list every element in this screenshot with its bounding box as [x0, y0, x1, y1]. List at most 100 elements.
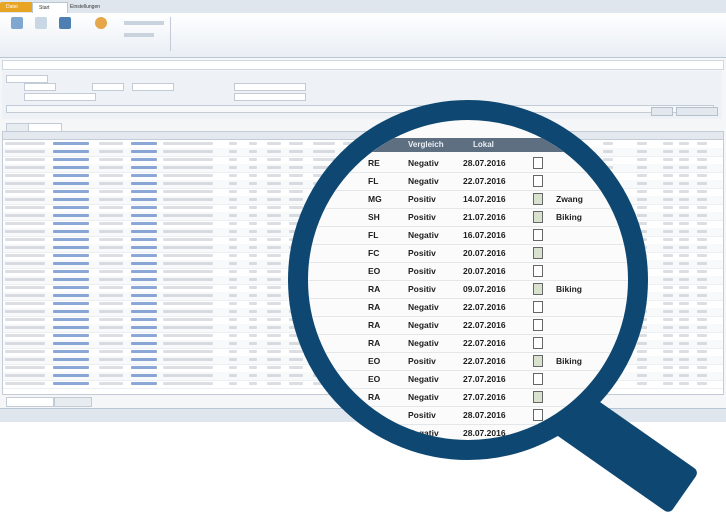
- lens-cell-result: Negativ: [408, 176, 439, 186]
- table-cell: [99, 382, 123, 385]
- table-cell: [99, 262, 123, 265]
- ribbon-button-3[interactable]: [54, 17, 76, 51]
- lens-checkbox[interactable]: [533, 265, 543, 277]
- lens-checkbox[interactable]: [533, 157, 543, 169]
- lens-cell-code: RA: [368, 302, 381, 312]
- table-cell: [53, 230, 89, 233]
- table-cell: [249, 246, 257, 249]
- lens-checkbox[interactable]: [533, 247, 543, 259]
- table-cell: [249, 262, 257, 265]
- table-cell: [663, 262, 673, 265]
- table-cell: [267, 326, 281, 329]
- table-cell: [289, 182, 303, 185]
- table-cell: [697, 174, 707, 177]
- ribbon-tab-start[interactable]: Start: [32, 2, 68, 13]
- filter-field-1[interactable]: [6, 75, 48, 83]
- table-cell: [267, 238, 281, 241]
- table-cell: [249, 254, 257, 257]
- options-row[interactable]: [6, 105, 714, 113]
- location-field[interactable]: [234, 93, 306, 101]
- ribbon-small-button-1[interactable]: [124, 21, 164, 25]
- ribbon-tab-settings[interactable]: Einstellungen: [64, 2, 112, 12]
- lens-checkbox[interactable]: [533, 319, 543, 331]
- lens-cell-code: EO: [368, 356, 381, 366]
- table-cell: [5, 246, 45, 249]
- employee-field[interactable]: [234, 83, 306, 91]
- table-cell: [229, 222, 237, 225]
- table-cell: [249, 374, 257, 377]
- table-cell: [637, 150, 647, 153]
- table-cell: [229, 350, 237, 353]
- table-cell: [99, 334, 123, 337]
- lens-row: EO Positiv 22.07.2016 Biking: [308, 352, 628, 371]
- table-cell: [229, 326, 237, 329]
- search-button[interactable]: [651, 107, 673, 116]
- ribbon-small-button-2[interactable]: [124, 33, 154, 37]
- lens-checkbox[interactable]: [533, 175, 543, 187]
- ribbon-button-4[interactable]: [90, 17, 112, 51]
- table-cell: [163, 286, 213, 289]
- lens-cell-date: 28.07.2016: [463, 428, 506, 438]
- table-cell: [99, 350, 123, 353]
- table-cell: [5, 334, 45, 337]
- table-cell: [289, 158, 303, 161]
- date-to-field[interactable]: [92, 83, 124, 91]
- table-cell: [289, 374, 303, 377]
- lens-checkbox[interactable]: [533, 193, 543, 205]
- lens-checkbox[interactable]: [533, 391, 543, 403]
- reset-button[interactable]: [676, 107, 718, 116]
- ribbon-button-1[interactable]: [6, 17, 28, 51]
- lens-checkbox[interactable]: [533, 427, 543, 439]
- lens-checkbox[interactable]: [533, 409, 543, 421]
- ribbon-button-2[interactable]: [30, 17, 52, 51]
- table-cell: [637, 206, 647, 209]
- table-cell: [663, 366, 673, 369]
- lens-checkbox[interactable]: [533, 229, 543, 241]
- table-cell: [663, 334, 673, 337]
- table-cell: [5, 374, 45, 377]
- lens-checkbox[interactable]: [533, 211, 543, 223]
- table-cell: [131, 142, 157, 145]
- table-cell: [229, 246, 237, 249]
- table-cell: [53, 350, 89, 353]
- bottom-tab-2[interactable]: [54, 397, 92, 407]
- table-cell: [679, 174, 689, 177]
- table-cell: [637, 366, 647, 369]
- lens-checkbox[interactable]: [533, 283, 543, 295]
- bottom-tab-1[interactable]: [6, 397, 54, 407]
- table-cell: [663, 182, 673, 185]
- project-field[interactable]: [24, 93, 96, 101]
- table-cell: [5, 166, 45, 169]
- user-icon: [95, 17, 107, 29]
- table-cell: [5, 262, 45, 265]
- table-cell: [99, 174, 123, 177]
- lens-checkbox[interactable]: [533, 373, 543, 385]
- table-cell: [53, 254, 89, 257]
- table-cell: [99, 190, 123, 193]
- table-cell: [131, 342, 157, 345]
- table-cell: [163, 166, 213, 169]
- date-field-3[interactable]: [132, 83, 174, 91]
- table-cell: [663, 222, 673, 225]
- lens-row: FC Positiv 20.07.2016: [308, 244, 628, 263]
- table-cell: [679, 278, 689, 281]
- table-cell: [5, 222, 45, 225]
- lens-checkbox[interactable]: [533, 337, 543, 349]
- lens-checkbox[interactable]: [533, 355, 543, 367]
- lens-cell-date: 22.07.2016: [463, 356, 506, 366]
- table-cell: [267, 270, 281, 273]
- lens-cell-code: FC: [368, 410, 380, 420]
- lens-checkbox[interactable]: [533, 301, 543, 313]
- table-cell: [5, 206, 45, 209]
- table-cell: [163, 182, 213, 185]
- quick-filter-bar[interactable]: [2, 60, 724, 70]
- table-cell: [53, 302, 89, 305]
- lens-cell-date: 09.07.2016: [463, 284, 506, 294]
- table-cell: [99, 366, 123, 369]
- table-cell: [679, 158, 689, 161]
- lens-cell-code: EO: [368, 374, 381, 384]
- table-cell: [163, 358, 213, 361]
- lens-cell-date: 22.07.2016: [463, 176, 506, 186]
- date-from-field[interactable]: [24, 83, 56, 91]
- table-cell: [697, 366, 707, 369]
